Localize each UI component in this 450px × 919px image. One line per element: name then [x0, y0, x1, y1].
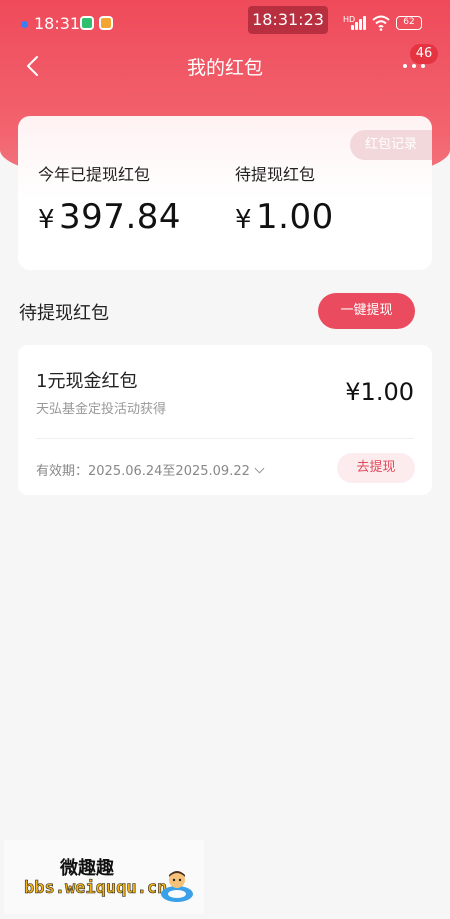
more-options-icon[interactable] — [399, 64, 429, 72]
message-notification-icon — [99, 16, 113, 30]
section-title: 待提现红包 — [19, 303, 109, 324]
red-packet-records-button[interactable]: 红包记录 — [350, 130, 432, 160]
withdrawn-stat: 今年已提现红包 ¥397.84 — [38, 161, 181, 237]
validity-period[interactable]: 有效期：2025.06.24至2025.09.22 — [36, 460, 265, 479]
status-time: 18:31 — [34, 14, 81, 33]
withdraw-button[interactable]: 去提现 — [337, 453, 415, 483]
chevron-down-icon — [254, 463, 265, 474]
red-packet-name: 1元现金红包 — [36, 371, 138, 392]
notification-badge: 46 — [410, 44, 438, 64]
status-bar: 18:31 18:31:23 HD 62 — [0, 0, 450, 44]
currency-symbol: ¥ — [38, 205, 56, 235]
summary-card: 红包记录 今年已提现红包 ¥397.84 待提现红包 ¥1.00 — [18, 116, 432, 270]
page-title: 我的红包 — [186, 57, 263, 79]
withdrawn-label: 今年已提现红包 — [38, 165, 151, 184]
navigation-bar: 我的红包 46 — [0, 44, 450, 88]
divider — [36, 438, 414, 439]
watermark: 微趣趣 bbs.weiququ.cn — [4, 840, 204, 914]
red-packet-amount: ¥1.00 — [345, 378, 414, 406]
pending-stat: 待提现红包 ¥1.00 — [235, 161, 334, 237]
watermark-url: bbs.weiququ.cn — [24, 878, 168, 899]
status-clock-badge: 18:31:23 — [248, 6, 328, 34]
validity-text: 有效期：2025.06.24至2025.09.22 — [36, 464, 250, 479]
battery-indicator: 62 — [396, 16, 422, 30]
pending-value: 1.00 — [256, 197, 334, 237]
app-notification-icon — [80, 16, 94, 30]
withdrawn-value: 397.84 — [59, 197, 182, 237]
withdraw-all-button[interactable]: 一键提现 — [318, 293, 415, 329]
red-packet-card: 1元现金红包 天弘基金定投活动获得 ¥1.00 有效期：2025.06.24至2… — [18, 345, 432, 495]
watermark-title: 微趣趣 — [60, 858, 114, 879]
withdrawn-amount: ¥397.84 — [38, 197, 181, 237]
pending-amount: ¥1.00 — [235, 197, 334, 237]
signal-icon — [347, 16, 367, 30]
currency-symbol: ¥ — [235, 205, 253, 235]
pending-label: 待提现红包 — [235, 165, 316, 184]
notification-dot-icon — [21, 21, 28, 28]
red-packet-source: 天弘基金定投活动获得 — [36, 402, 167, 417]
wifi-icon — [372, 15, 390, 31]
mascot-icon — [161, 871, 193, 902]
